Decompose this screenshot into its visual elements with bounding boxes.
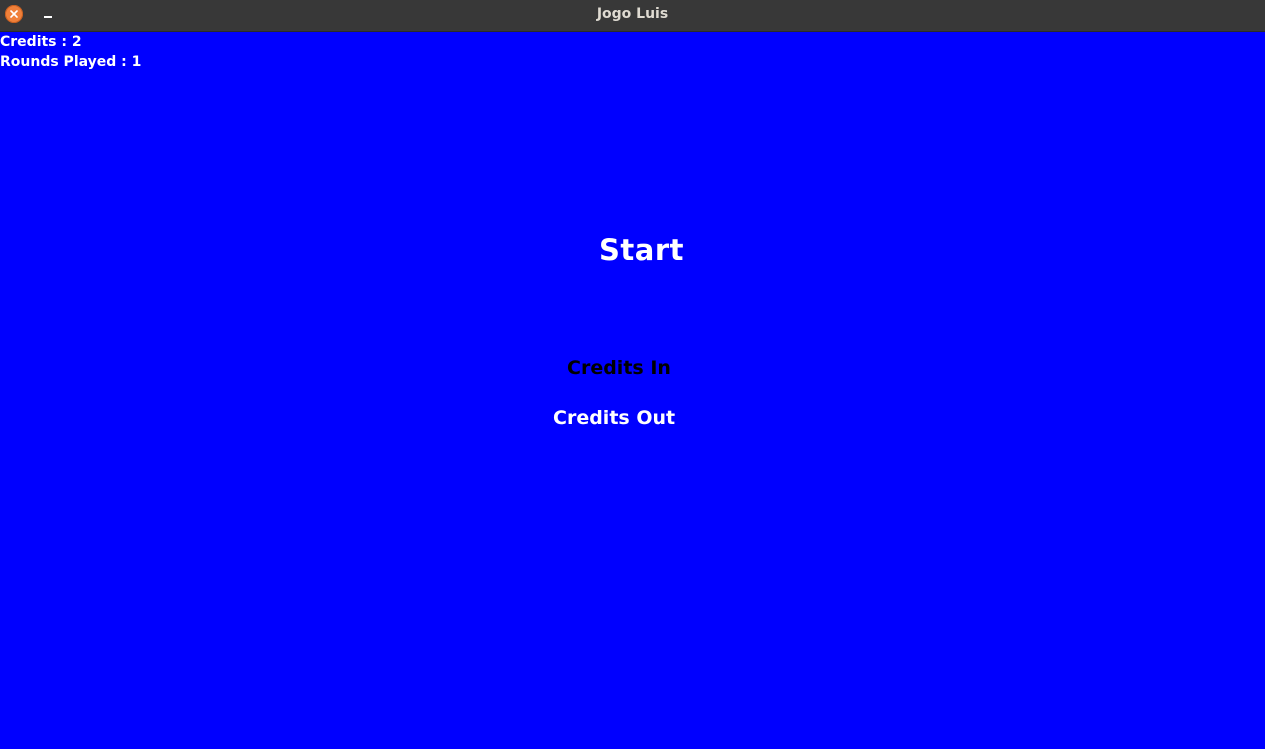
credits-in-button[interactable]: Credits In — [567, 357, 671, 379]
rounds-played-counter: Rounds Played : 1 — [0, 54, 142, 70]
window-title: Jogo Luis — [596, 6, 669, 22]
credits-out-button[interactable]: Credits Out — [553, 407, 675, 429]
start-button[interactable]: Start — [599, 233, 684, 267]
window-titlebar[interactable]: Jogo Luis — [0, 0, 1265, 32]
credits-counter: Credits : 2 — [0, 34, 82, 50]
game-screen: Credits : 2 Rounds Played : 1 Start Cred… — [0, 33, 1265, 749]
